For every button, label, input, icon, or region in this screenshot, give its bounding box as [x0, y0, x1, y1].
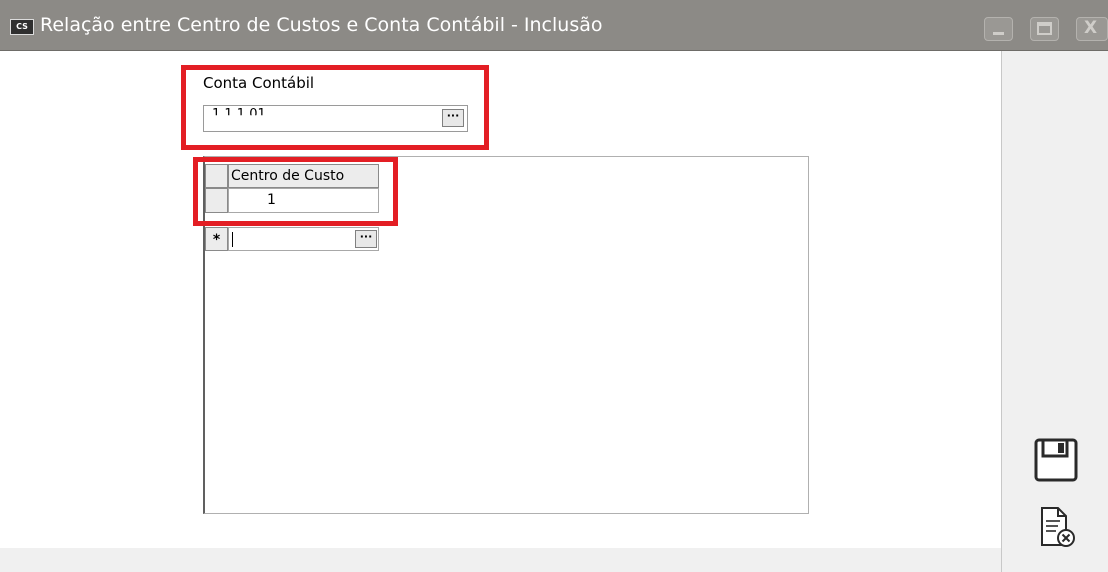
close-button[interactable]: X — [1076, 17, 1108, 41]
save-button[interactable] — [1033, 437, 1079, 483]
window-title: Relação entre Centro de Custos e Conta C… — [40, 14, 603, 36]
grid-column-header[interactable]: Centro de Custo — [228, 164, 379, 188]
document-cancel-icon — [1041, 507, 1075, 547]
cancel-button[interactable] — [1038, 505, 1078, 551]
conta-contabil-field[interactable]: 1.1.1.01 ··· — [203, 105, 468, 132]
maximize-icon — [1037, 22, 1052, 35]
new-row-indicator[interactable]: * — [205, 227, 228, 251]
conta-contabil-value[interactable]: 1.1.1.01 — [212, 107, 266, 115]
app-icon[interactable]: CS — [10, 19, 34, 35]
conta-contabil-label: Conta Contábil — [203, 74, 315, 92]
grid-cell-centro-custo[interactable]: 1 — [228, 188, 379, 213]
side-action-panel — [1001, 51, 1108, 572]
row-selector[interactable] — [205, 188, 228, 213]
grid-corner-header[interactable] — [205, 164, 228, 188]
minimize-button[interactable] — [984, 17, 1013, 41]
conta-lookup-button[interactable]: ··· — [442, 109, 464, 127]
floppy-disk-icon — [1034, 438, 1078, 482]
centro-custo-grid[interactable]: Centro de Custo 1 * ··· — [203, 156, 809, 514]
new-row-input[interactable]: ··· — [228, 227, 379, 251]
minimize-icon — [993, 32, 1004, 35]
maximize-button[interactable] — [1030, 17, 1059, 41]
text-caret — [232, 232, 233, 247]
title-bar[interactable]: CS Relação entre Centro de Custos e Cont… — [0, 0, 1108, 51]
centro-custo-lookup-button[interactable]: ··· — [355, 230, 377, 248]
close-icon: X — [1084, 18, 1098, 38]
bottom-strip — [0, 548, 1001, 572]
